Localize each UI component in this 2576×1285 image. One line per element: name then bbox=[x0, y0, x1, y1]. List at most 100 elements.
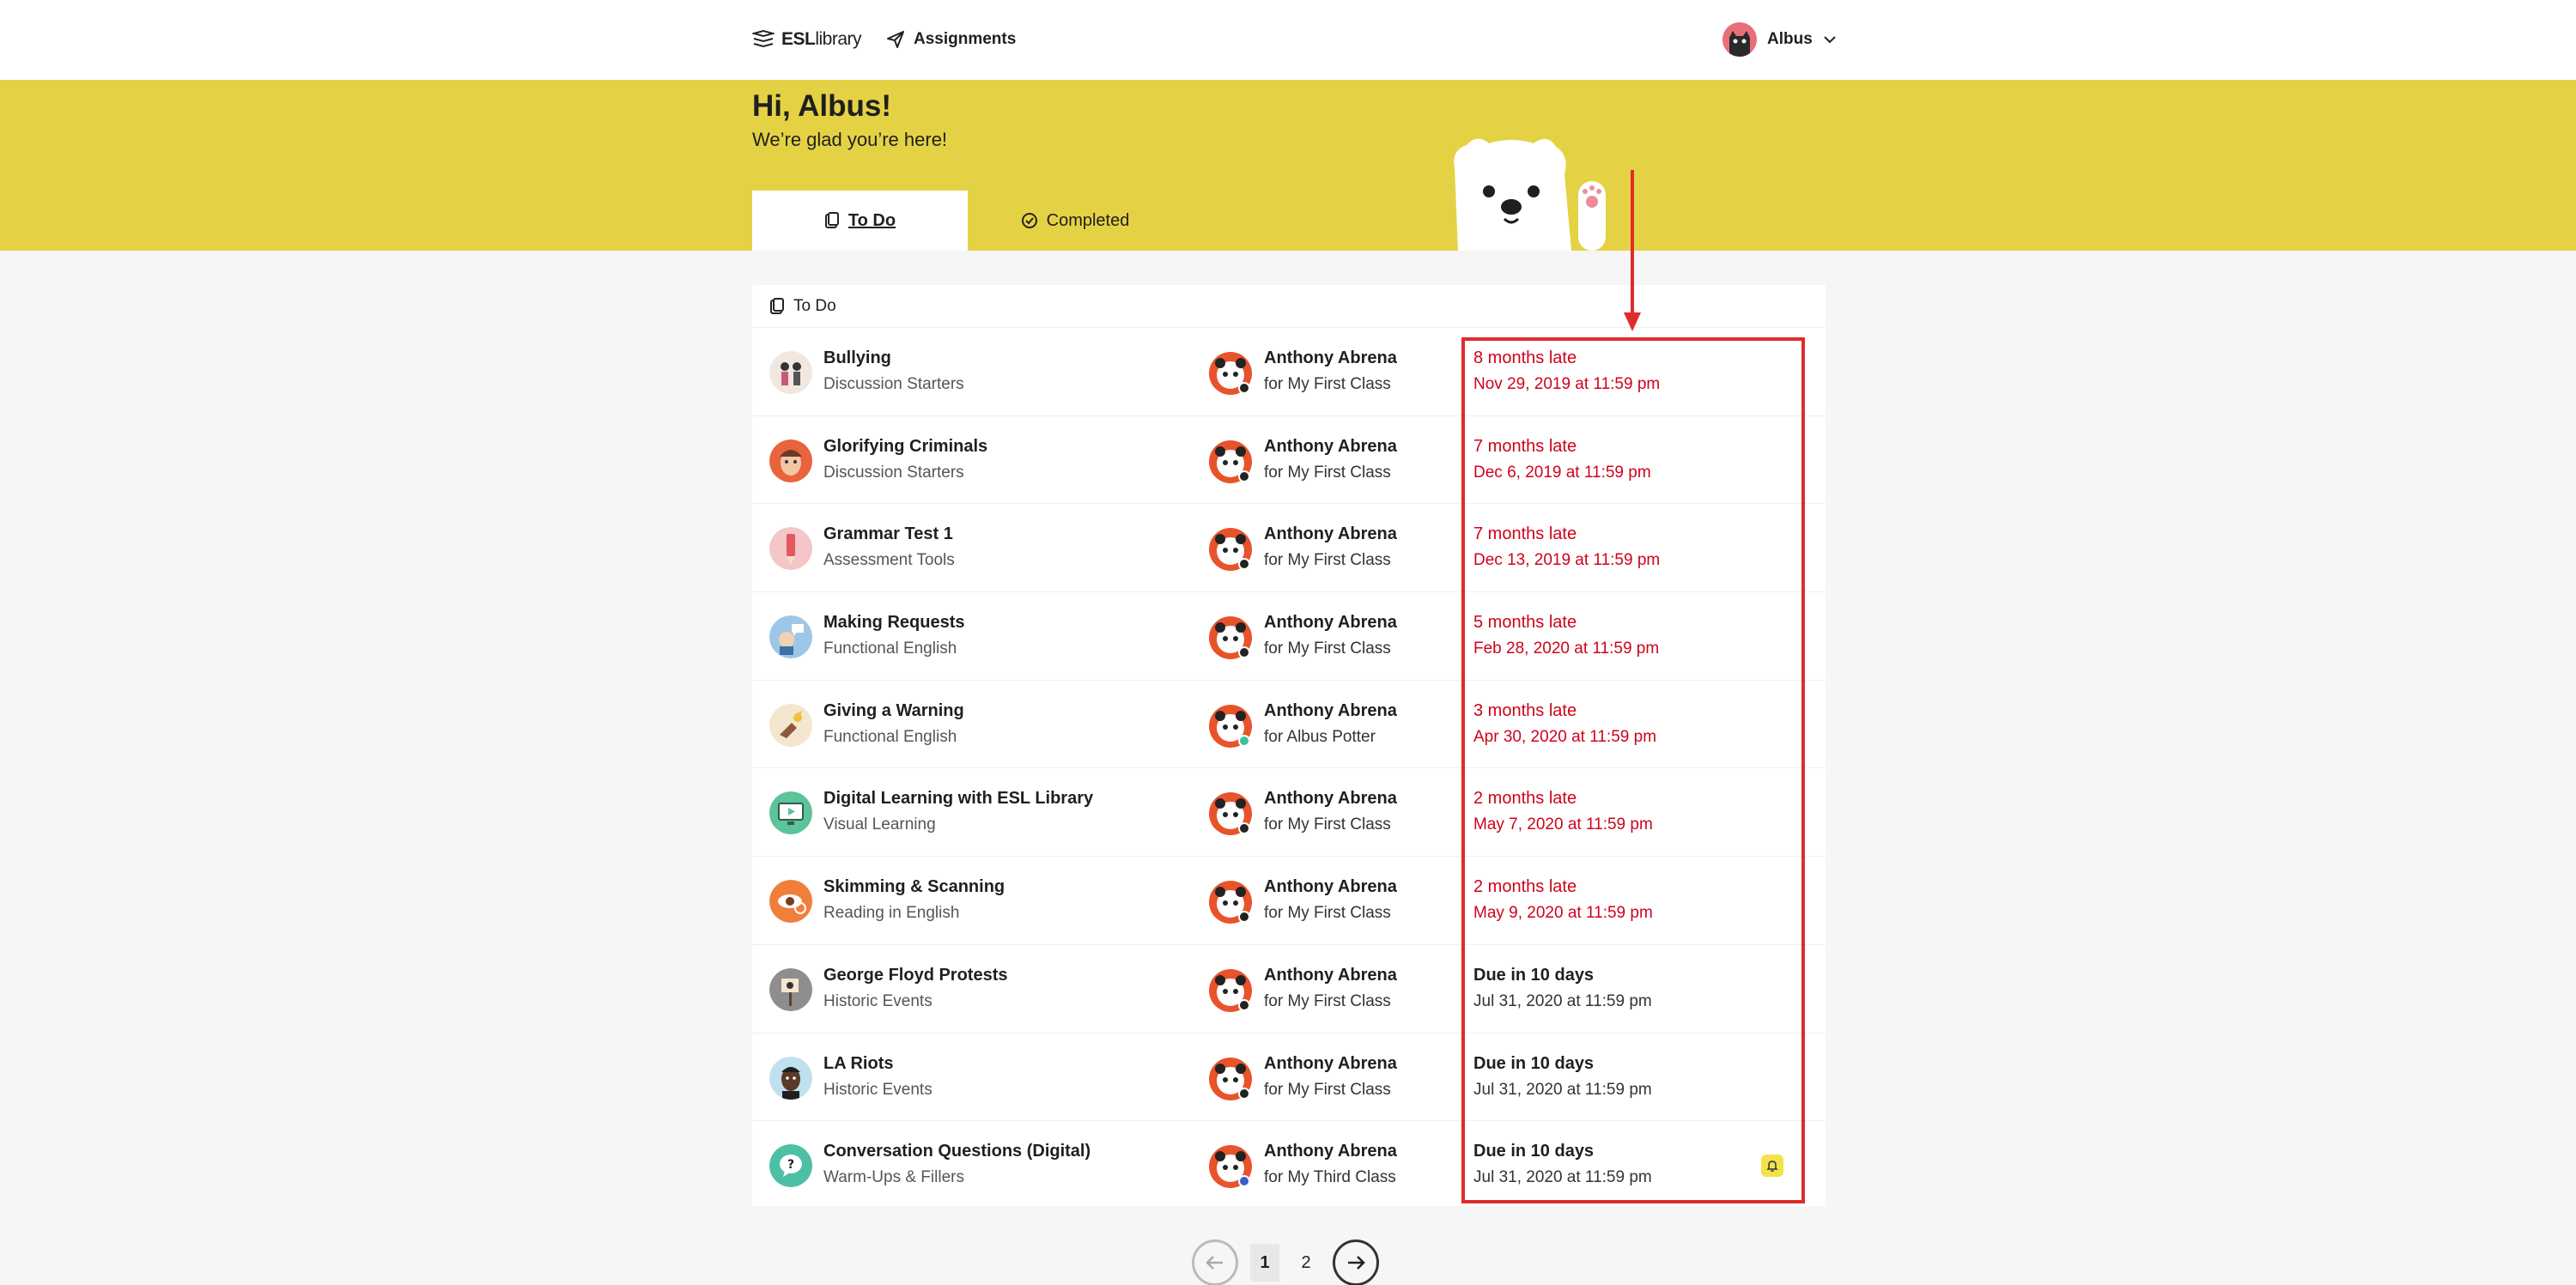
teacher-name: Anthony Abrena bbox=[1264, 436, 1397, 456]
bell-icon bbox=[1766, 1161, 1778, 1173]
assignment-row[interactable]: Giving a Warning Functional English Anth… bbox=[752, 681, 1826, 769]
next-page-button[interactable] bbox=[1333, 1240, 1379, 1285]
due-status: 7 months late bbox=[1473, 524, 1577, 544]
due-date: Jul 31, 2020 at 11:59 pm bbox=[1473, 1080, 1652, 1099]
due-date: May 9, 2020 at 11:59 pm bbox=[1473, 904, 1653, 923]
due-status: 5 months late bbox=[1473, 613, 1577, 633]
bullying-thumbnail-icon bbox=[769, 351, 812, 394]
due-date: May 7, 2020 at 11:59 pm bbox=[1473, 815, 1653, 834]
assignment-category: Reading in English bbox=[823, 904, 960, 923]
assignment-row[interactable]: Skimming & Scanning Reading in English A… bbox=[752, 857, 1826, 945]
assignment-category: Discussion Starters bbox=[823, 375, 964, 393]
assignment-row[interactable]: Grammar Test 1 Assessment Tools Anthony … bbox=[752, 504, 1826, 593]
teacher-panda-avatar-icon bbox=[1209, 704, 1252, 748]
teacher-panda-avatar-icon bbox=[1209, 439, 1252, 483]
assignment-row[interactable]: ? Conversation Questions (Digital) Warm-… bbox=[752, 1121, 1826, 1209]
class-name: for Albus Potter bbox=[1264, 727, 1376, 746]
assignment-row[interactable]: Bullying Discussion Starters Anthony Abr… bbox=[752, 328, 1826, 416]
page-subgreeting: We’re glad you’re here! bbox=[752, 129, 948, 150]
due-status: Due in 10 days bbox=[1473, 1142, 1595, 1161]
assignment-title: LA Riots bbox=[823, 1053, 894, 1073]
due-status: 8 months late bbox=[1473, 349, 1577, 367]
teacher-panda-avatar-icon bbox=[1209, 1145, 1252, 1189]
hero-banner bbox=[0, 80, 2576, 251]
eye-scan-thumbnail-icon bbox=[769, 880, 812, 924]
assignment-category: Functional English bbox=[823, 727, 957, 746]
teacher-panda-avatar-icon bbox=[1209, 1057, 1252, 1100]
teacher-name: Anthony Abrena bbox=[1264, 1142, 1397, 1161]
teacher-name: Anthony Abrena bbox=[1264, 349, 1397, 367]
portrait-thumbnail-icon bbox=[769, 1056, 812, 1100]
due-date: Feb 28, 2020 at 11:59 pm bbox=[1473, 639, 1660, 658]
assignment-category: Historic Events bbox=[823, 991, 933, 1010]
class-name: for My Third Class bbox=[1264, 1168, 1396, 1187]
tab-completed[interactable]: Completed bbox=[968, 191, 1182, 251]
class-name: for My First Class bbox=[1264, 463, 1391, 482]
teacher-name: Anthony Abrena bbox=[1264, 965, 1397, 985]
panel-heading: To Do bbox=[752, 285, 1826, 328]
teacher-name: Anthony Abrena bbox=[1264, 1053, 1397, 1073]
assignment-category: Functional English bbox=[823, 639, 957, 658]
teacher-panda-avatar-icon bbox=[1209, 881, 1252, 924]
due-status: 2 months late bbox=[1473, 789, 1577, 809]
reminder-button[interactable] bbox=[1761, 1155, 1783, 1178]
assignment-row[interactable]: George Floyd Protests Historic Events An… bbox=[752, 945, 1826, 1033]
due-status: 3 months late bbox=[1473, 700, 1577, 720]
user-menu[interactable]: Albus bbox=[1722, 21, 1837, 58]
class-name: for My First Class bbox=[1264, 815, 1391, 834]
previous-page-button[interactable] bbox=[1192, 1240, 1238, 1285]
teacher-panda-avatar-icon bbox=[1209, 528, 1252, 572]
assignments-panel: To Do Bullying Discussion Starters Antho… bbox=[752, 285, 1826, 1206]
due-date: Apr 30, 2020 at 11:59 pm bbox=[1473, 727, 1657, 746]
teacher-name: Anthony Abrena bbox=[1264, 524, 1397, 544]
assignment-title: Conversation Questions (Digital) bbox=[823, 1142, 1091, 1161]
assignment-category: Discussion Starters bbox=[823, 463, 964, 482]
class-name: for My First Class bbox=[1264, 551, 1391, 570]
tab-completed-label: Completed bbox=[1046, 210, 1130, 230]
tab-to-do[interactable]: To Do bbox=[752, 191, 968, 251]
pencil-thumbnail-icon bbox=[769, 527, 812, 571]
class-name: for My First Class bbox=[1264, 991, 1391, 1010]
page-2-button[interactable]: 2 bbox=[1291, 1244, 1321, 1282]
due-date: Jul 31, 2020 at 11:59 pm bbox=[1473, 991, 1652, 1010]
assignment-category: Assessment Tools bbox=[823, 551, 955, 570]
due-date: Dec 13, 2019 at 11:59 pm bbox=[1473, 551, 1661, 570]
teacher-name: Anthony Abrena bbox=[1264, 613, 1397, 633]
class-name: for My First Class bbox=[1264, 1080, 1391, 1099]
pagination: 1 2 bbox=[1192, 1240, 1379, 1285]
brand-bold: ESL bbox=[781, 29, 816, 49]
page-1-button[interactable]: 1 bbox=[1250, 1244, 1279, 1282]
assignment-title: Grammar Test 1 bbox=[823, 524, 953, 544]
due-date: Jul 31, 2020 at 11:59 pm bbox=[1473, 1168, 1652, 1187]
user-avatar bbox=[1722, 22, 1757, 57]
assignment-row[interactable]: LA Riots Historic Events Anthony Abrena … bbox=[752, 1033, 1826, 1122]
assignment-title: Glorifying Criminals bbox=[823, 436, 988, 456]
teacher-panda-avatar-icon bbox=[1209, 968, 1252, 1012]
clipboard-icon bbox=[824, 212, 839, 228]
assignment-row[interactable]: Glorifying Criminals Discussion Starters… bbox=[752, 416, 1826, 505]
assignment-list: Bullying Discussion Starters Anthony Abr… bbox=[752, 328, 1826, 1209]
assignment-row[interactable]: Making Requests Functional English Antho… bbox=[752, 592, 1826, 681]
assignment-category: Historic Events bbox=[823, 1080, 933, 1099]
panel-heading-label: To Do bbox=[793, 296, 836, 315]
speech-request-thumbnail-icon bbox=[769, 615, 812, 659]
due-date: Dec 6, 2019 at 11:59 pm bbox=[1473, 463, 1651, 482]
assignment-row[interactable]: Digital Learning with ESL Library Visual… bbox=[752, 768, 1826, 858]
esl-library-logo[interactable]: ESLlibrary bbox=[752, 26, 862, 53]
cat-avatar-icon bbox=[1722, 22, 1757, 57]
due-status: Due in 10 days bbox=[1473, 965, 1595, 985]
teacher-name: Anthony Abrena bbox=[1264, 789, 1397, 809]
brand-light: library bbox=[815, 29, 862, 49]
book-stack-icon bbox=[752, 30, 775, 48]
digital-screen-thumbnail-icon bbox=[769, 791, 812, 835]
due-status: 7 months late bbox=[1473, 436, 1577, 456]
class-name: for My First Class bbox=[1264, 639, 1391, 658]
assignment-title: Skimming & Scanning bbox=[823, 877, 1005, 897]
nav-assignments[interactable]: Assignments bbox=[886, 26, 1016, 53]
paper-plane-icon bbox=[887, 31, 904, 48]
arrow-left-icon bbox=[1206, 1256, 1223, 1270]
teacher-panda-avatar-icon bbox=[1209, 616, 1252, 660]
assignment-title: Digital Learning with ESL Library bbox=[823, 789, 1094, 809]
svg-text:?: ? bbox=[787, 1158, 794, 1172]
tab-to-do-label: To Do bbox=[848, 210, 896, 230]
